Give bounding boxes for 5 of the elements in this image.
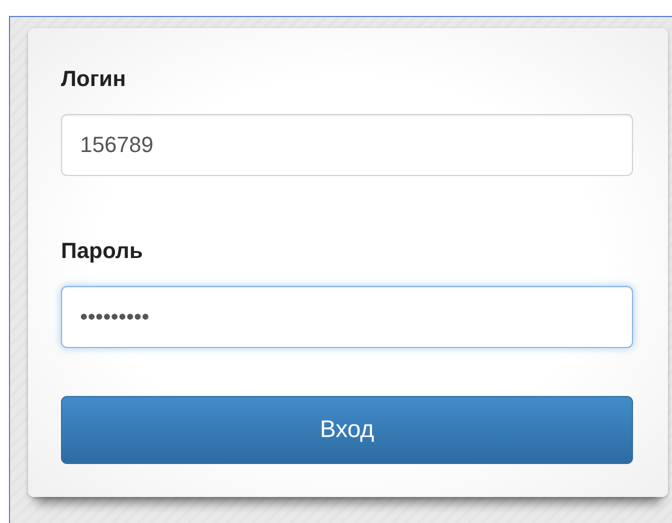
input-field[interactable]: 156789 [61, 114, 633, 176]
input-field[interactable]: ••••••••• [61, 286, 633, 348]
field-label: Пароль [61, 237, 144, 265]
field-label: Логин [61, 65, 127, 93]
login-button[interactable]: Вход [61, 396, 633, 464]
